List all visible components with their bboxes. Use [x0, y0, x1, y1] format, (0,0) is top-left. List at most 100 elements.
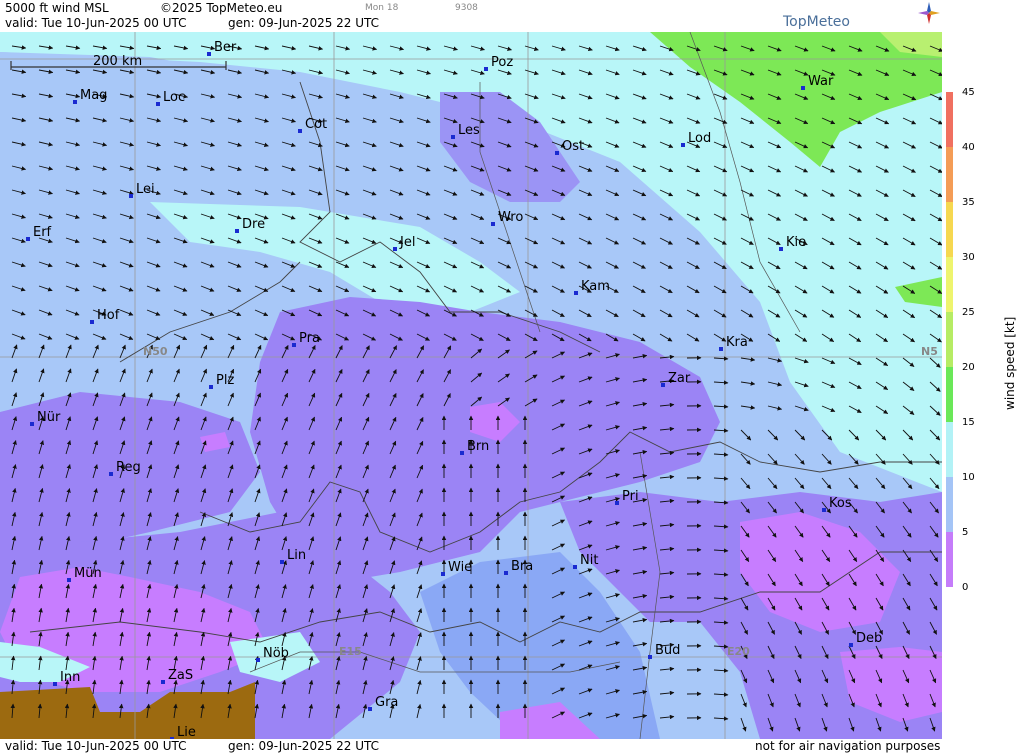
city-name: Kam — [581, 279, 610, 294]
legend: 45 40 35 30 25 20 15 10 5 0 wind speed [kt] — [942, 0, 1033, 754]
brand-logo-text: TopMeteo — [783, 14, 850, 30]
city-dot — [574, 291, 578, 295]
city-dot — [555, 151, 559, 155]
city-name: Lod — [688, 131, 711, 146]
city-dot — [53, 682, 57, 686]
city-name: Wie — [448, 560, 472, 575]
city-name: Bud — [655, 643, 680, 658]
footer-gen: gen: 09-Jun-2025 22 UTC — [228, 739, 380, 753]
city-name: Cot — [305, 117, 327, 132]
city-dot — [661, 383, 665, 387]
footer-disclaimer: not for air navigation purposes — [755, 739, 941, 753]
city-name: Kos — [829, 496, 852, 511]
city-name: Mag — [80, 88, 107, 103]
city-name: Inn — [60, 670, 80, 685]
legend-tick-label: 5 — [962, 527, 968, 538]
city-dot — [156, 102, 160, 106]
city-dot — [460, 451, 464, 455]
city-name: Gra — [375, 695, 398, 710]
city-name: Lie — [177, 725, 196, 739]
city-name: Poz — [491, 55, 513, 70]
city-name: Jel — [399, 235, 415, 250]
legend-tick-label: 15 — [962, 417, 975, 428]
legend-swatch — [946, 532, 953, 587]
city-name: Deb — [856, 631, 882, 646]
city-dot — [235, 229, 239, 233]
legend-title: wind speed [kt] — [1003, 317, 1017, 410]
city-dot — [719, 347, 723, 351]
legend-swatch — [946, 367, 953, 422]
city-dot — [441, 572, 445, 576]
city-name: Dre — [242, 217, 265, 232]
city-name: Pri — [622, 489, 639, 504]
city-name: Ber — [214, 40, 237, 55]
city-dot — [491, 222, 495, 226]
city-dot — [280, 560, 284, 564]
footer-valid: valid: Tue 10-Jun-2025 00 UTC — [5, 739, 187, 753]
city-name: Lei — [136, 182, 155, 197]
city-dot — [129, 194, 133, 198]
legend-swatch — [946, 312, 953, 367]
city-dot — [207, 52, 211, 56]
city-dot — [504, 571, 508, 575]
city-dot — [298, 129, 302, 133]
city-name: Mün — [74, 566, 102, 581]
city-dot — [849, 643, 853, 647]
city-dot — [209, 385, 213, 389]
generated-time: gen: 09-Jun-2025 22 UTC — [228, 16, 380, 30]
city-dot — [822, 508, 826, 512]
legend-tick-label: 35 — [962, 197, 975, 208]
city-dot — [90, 320, 94, 324]
city-dot — [484, 67, 488, 71]
city-name: Erf — [33, 225, 52, 240]
city-dot — [67, 578, 71, 582]
legend-tick-label: 25 — [962, 307, 975, 318]
city-name: Nit — [580, 553, 598, 568]
city-dot — [30, 422, 34, 426]
city-dot — [393, 247, 397, 251]
city-dot — [801, 86, 805, 90]
copyright: ©2025 TopMeteo.eu — [160, 1, 283, 15]
city-name: Brn — [467, 439, 489, 454]
city-name: Les — [458, 123, 480, 138]
city-dot — [292, 343, 296, 347]
compass-logo-icon — [918, 2, 940, 24]
legend-tick-label: 10 — [962, 472, 975, 483]
city-name: Reg — [116, 460, 141, 475]
city-name: Ost — [562, 139, 584, 154]
city-name: Zar — [668, 371, 691, 386]
grid-label-n50: N50 — [143, 345, 168, 358]
grid-label-n5: N5 — [921, 345, 938, 358]
legend-tick-label: 40 — [962, 142, 975, 153]
wind-map: 200 km N50 N5 E15 E20 Ber Poz Mag Loc War Cot… — [0, 32, 942, 739]
legend-swatch — [946, 422, 953, 477]
city-dot — [779, 247, 783, 251]
product-title: 5000 ft wind MSL — [5, 1, 109, 15]
city-name: Kra — [726, 335, 748, 350]
city-dot — [256, 658, 260, 662]
city-dot — [73, 100, 77, 104]
city-dot — [161, 680, 165, 684]
legend-swatch — [946, 147, 953, 202]
scale-label: 200 km — [93, 54, 142, 69]
legend-swatch — [946, 202, 953, 257]
city-dot — [615, 501, 619, 505]
city-dot — [573, 565, 577, 569]
model-code: 9308 — [455, 3, 478, 13]
city-name: Bra — [511, 559, 533, 574]
city-dot — [368, 707, 372, 711]
city-name: ZaS — [168, 668, 193, 683]
city-name: War — [808, 74, 834, 89]
city-name: Nöb — [263, 646, 289, 661]
city-name: Lin — [287, 548, 306, 563]
grid-label-e20: E20 — [727, 645, 750, 658]
city-dot — [26, 237, 30, 241]
model-label: Mon 18 — [365, 3, 399, 13]
city-dot — [681, 143, 685, 147]
legend-swatch — [946, 92, 953, 147]
legend-swatch — [946, 257, 953, 312]
city-name: Plz — [216, 373, 234, 388]
city-name: Hof — [97, 308, 120, 323]
legend-tick-label: 45 — [962, 87, 975, 98]
city-name: Nür — [37, 410, 61, 425]
